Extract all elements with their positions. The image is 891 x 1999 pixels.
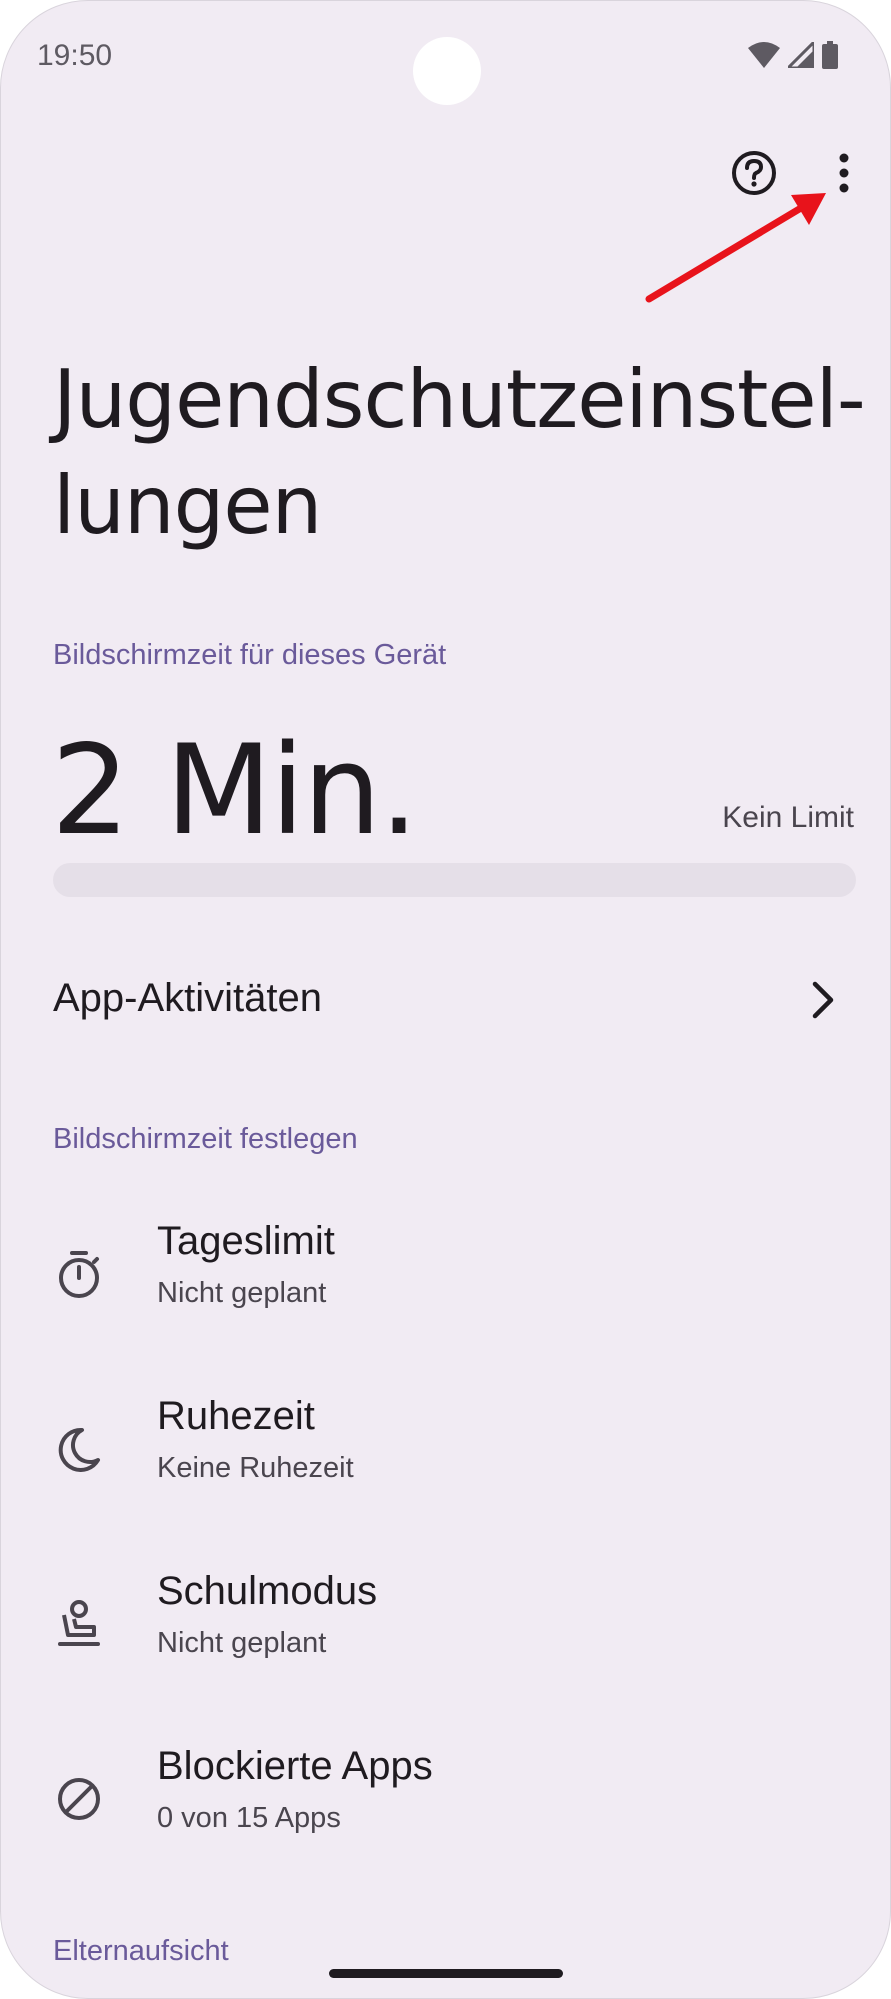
list-item-title: Schulmodus: [157, 1569, 378, 1613]
parental-section-header: Elternaufsicht: [53, 1935, 229, 1967]
screen-time-progress-bar: [53, 863, 856, 897]
list-item-blocked-apps[interactable]: Blockierte Apps 0 von 15 Apps: [1, 1726, 890, 1886]
status-time: 19:50: [37, 39, 113, 72]
screen-time-section-header: Bildschirmzeit für dieses Gerät: [53, 639, 447, 671]
list-item-subtitle: Nicht geplant: [157, 1277, 327, 1309]
list-item-title: Tageslimit: [157, 1219, 335, 1263]
limit-label: Kein Limit: [722, 801, 854, 834]
annotation-arrow-icon: [645, 193, 826, 303]
list-item-subtitle: Keine Ruhezeit: [157, 1452, 354, 1484]
list-item-subtitle: 0 von 15 Apps: [157, 1802, 341, 1834]
app-activity-row[interactable]: App-Aktivitäten: [1, 946, 890, 1056]
camera-cutout: [413, 37, 481, 105]
navigation-handle[interactable]: [329, 1969, 563, 1978]
wifi-icon: [748, 42, 780, 68]
timer-icon: [51, 1246, 107, 1302]
block-icon: [51, 1771, 107, 1827]
list-item-school-mode[interactable]: Schulmodus Nicht geplant: [1, 1551, 890, 1711]
list-item-title: Ruhezeit: [157, 1394, 315, 1438]
app-activity-label: App-Aktivitäten: [53, 976, 323, 1020]
school-desk-icon: [51, 1596, 107, 1652]
moon-icon: [51, 1421, 107, 1477]
page-title: Jugendschutzeinstel- lungen: [53, 353, 866, 552]
set-screen-time-section-header: Bildschirmzeit festlegen: [53, 1123, 358, 1155]
phone-screen: 19:50 Jugendschutzeinstel- lungen Bildsc…: [0, 0, 891, 1999]
screen-time-value: 2 Min.: [51, 719, 419, 863]
chevron-right-icon: [812, 981, 834, 1019]
list-item-subtitle: Nicht geplant: [157, 1627, 327, 1659]
signal-icon: [788, 42, 814, 68]
list-item-title: Blockierte Apps: [157, 1744, 433, 1788]
list-item-daily-limit[interactable]: Tageslimit Nicht geplant: [1, 1201, 890, 1361]
battery-icon: [822, 41, 838, 69]
status-icons: [748, 41, 838, 69]
list-item-bedtime[interactable]: Ruhezeit Keine Ruhezeit: [1, 1376, 890, 1536]
